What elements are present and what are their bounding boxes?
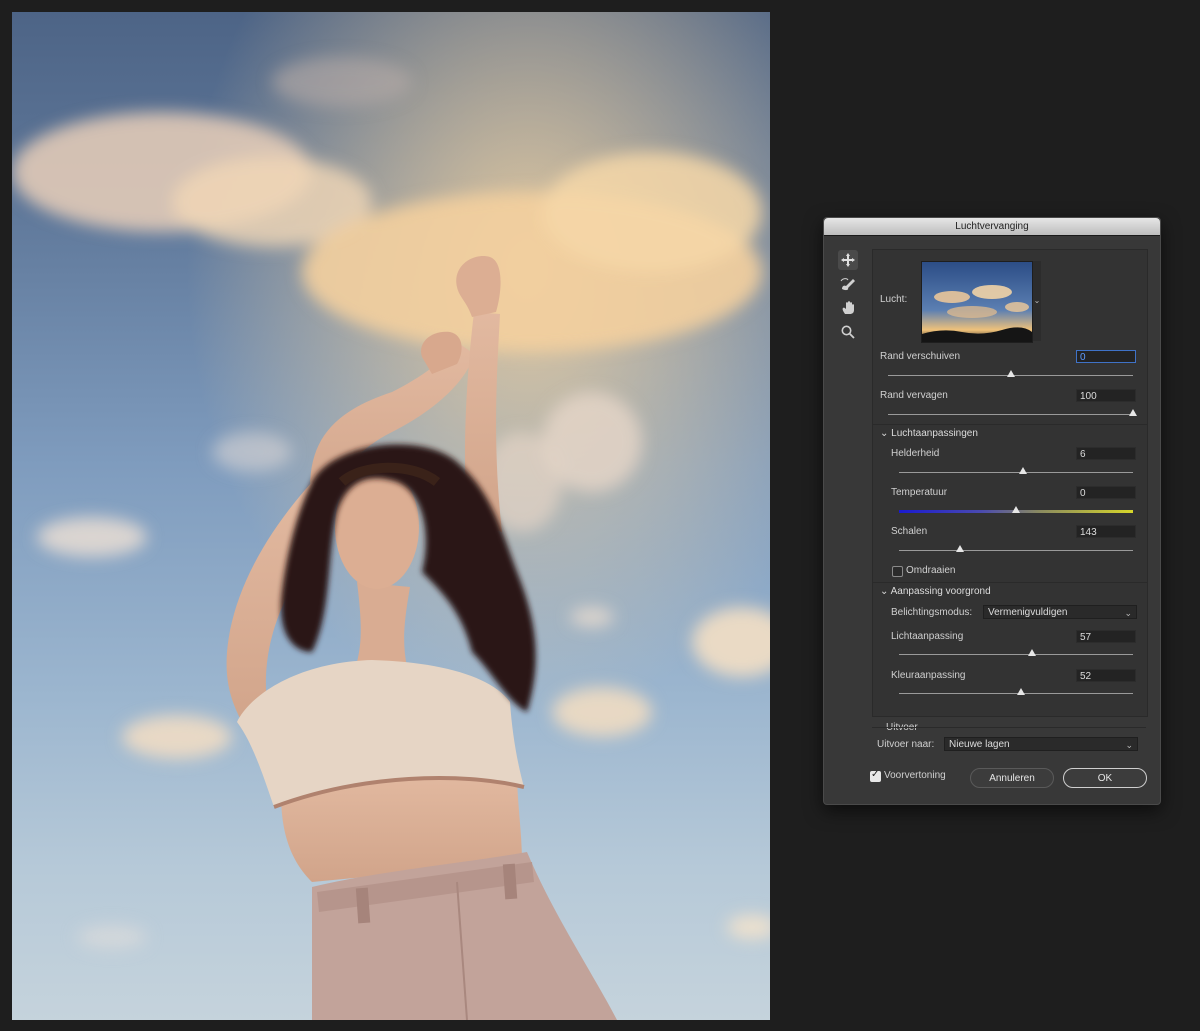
lighting-track [899, 654, 1133, 655]
shift-edge-input[interactable]: 0 [1076, 350, 1136, 363]
brightness-track [899, 472, 1133, 473]
color-adjust-label: Kleuraanpassing [891, 670, 966, 681]
dialog-title: Luchtvervanging [824, 218, 1160, 236]
hand-icon [842, 301, 854, 314]
chevron-down-icon: ⌄ [1124, 608, 1132, 618]
sky-adjust-header: Luchtaanpassingen [891, 428, 978, 439]
sky-label: Lucht: [880, 294, 908, 305]
brightness-input[interactable]: 6 [1076, 447, 1136, 460]
chevron-down-icon: ⌄ [1125, 740, 1133, 750]
sky-replacement-dialog: Luchtvervanging Lucht: ⌄ Rand verschuive… [823, 217, 1161, 805]
chevron-down-icon: ⌄ [1033, 296, 1041, 305]
photo-canvas [12, 12, 770, 1020]
divider [873, 582, 1147, 583]
shift-edge-slider[interactable] [1006, 370, 1015, 377]
blend-mode-label: Belichtingsmodus: [891, 607, 973, 618]
sky-preset-dropdown[interactable]: ⌄ [1033, 261, 1041, 341]
move-sky-tool[interactable] [838, 250, 858, 270]
photo-image [12, 12, 770, 1020]
temperature-slider[interactable] [1012, 506, 1020, 513]
output-to-label: Uitvoer naar: [877, 739, 935, 750]
fade-edge-input[interactable]: 100 [1076, 389, 1136, 402]
brightness-label: Helderheid [891, 448, 940, 459]
foreground-header: Aanpassing voorgrond [890, 586, 991, 597]
scale-input[interactable]: 143 [1076, 525, 1136, 538]
divider [872, 727, 1146, 728]
lighting-slider[interactable] [1028, 649, 1037, 656]
brightness-slider[interactable] [1019, 467, 1028, 474]
zoom-tool[interactable] [838, 322, 858, 342]
foreground-toggle[interactable]: ⌄ Aanpassing voorgrond [880, 586, 991, 597]
scale-slider[interactable] [955, 545, 964, 552]
scale-track [899, 550, 1133, 551]
hand-tool[interactable] [838, 298, 858, 318]
sky-brush-tool[interactable] [838, 274, 858, 294]
temperature-label: Temperatuur [891, 487, 948, 498]
settings-panel: Lucht: ⌄ Rand verschuiven 0 Rand vervage… [872, 249, 1148, 717]
color-adjust-slider[interactable] [1016, 688, 1025, 695]
output-select[interactable]: Nieuwe lagen ⌄ [944, 737, 1138, 751]
chevron-down-icon: ⌄ [880, 428, 892, 439]
sky-brush-icon [840, 278, 855, 291]
fade-edge-track [888, 414, 1133, 415]
cancel-button[interactable]: Annuleren [970, 768, 1054, 788]
move-sky-icon [841, 253, 855, 267]
lighting-input[interactable]: 57 [1076, 630, 1136, 643]
sky-adjust-toggle[interactable]: ⌄ Luchtaanpassingen [880, 428, 978, 439]
shift-edge-label: Rand verschuiven [880, 351, 961, 362]
temperature-input[interactable]: 0 [1076, 486, 1136, 499]
blend-mode-value: Vermenigvuldigen [988, 607, 1068, 618]
blend-mode-select[interactable]: Vermenigvuldigen ⌄ [983, 605, 1137, 619]
scale-label: Schalen [891, 526, 928, 537]
preview-checkbox[interactable] [870, 769, 881, 782]
sky-thumbnail-image [922, 262, 1032, 342]
flip-label: Omdraaien [906, 565, 956, 576]
ok-button[interactable]: OK [1063, 768, 1147, 788]
zoom-icon [841, 325, 855, 339]
chevron-down-icon: ⌄ [880, 586, 891, 597]
tool-column [838, 250, 860, 346]
divider [873, 424, 1147, 425]
color-adjust-input[interactable]: 52 [1076, 669, 1136, 682]
lighting-label: Lichtaanpassing [891, 631, 964, 642]
sky-preset-thumbnail[interactable] [921, 261, 1033, 343]
preview-label: Voorvertoning [884, 770, 946, 781]
output-value: Nieuwe lagen [949, 739, 1010, 750]
fade-edge-slider[interactable] [1129, 409, 1137, 416]
flip-checkbox[interactable] [892, 566, 903, 577]
fade-edge-label: Rand vervagen [880, 390, 948, 401]
